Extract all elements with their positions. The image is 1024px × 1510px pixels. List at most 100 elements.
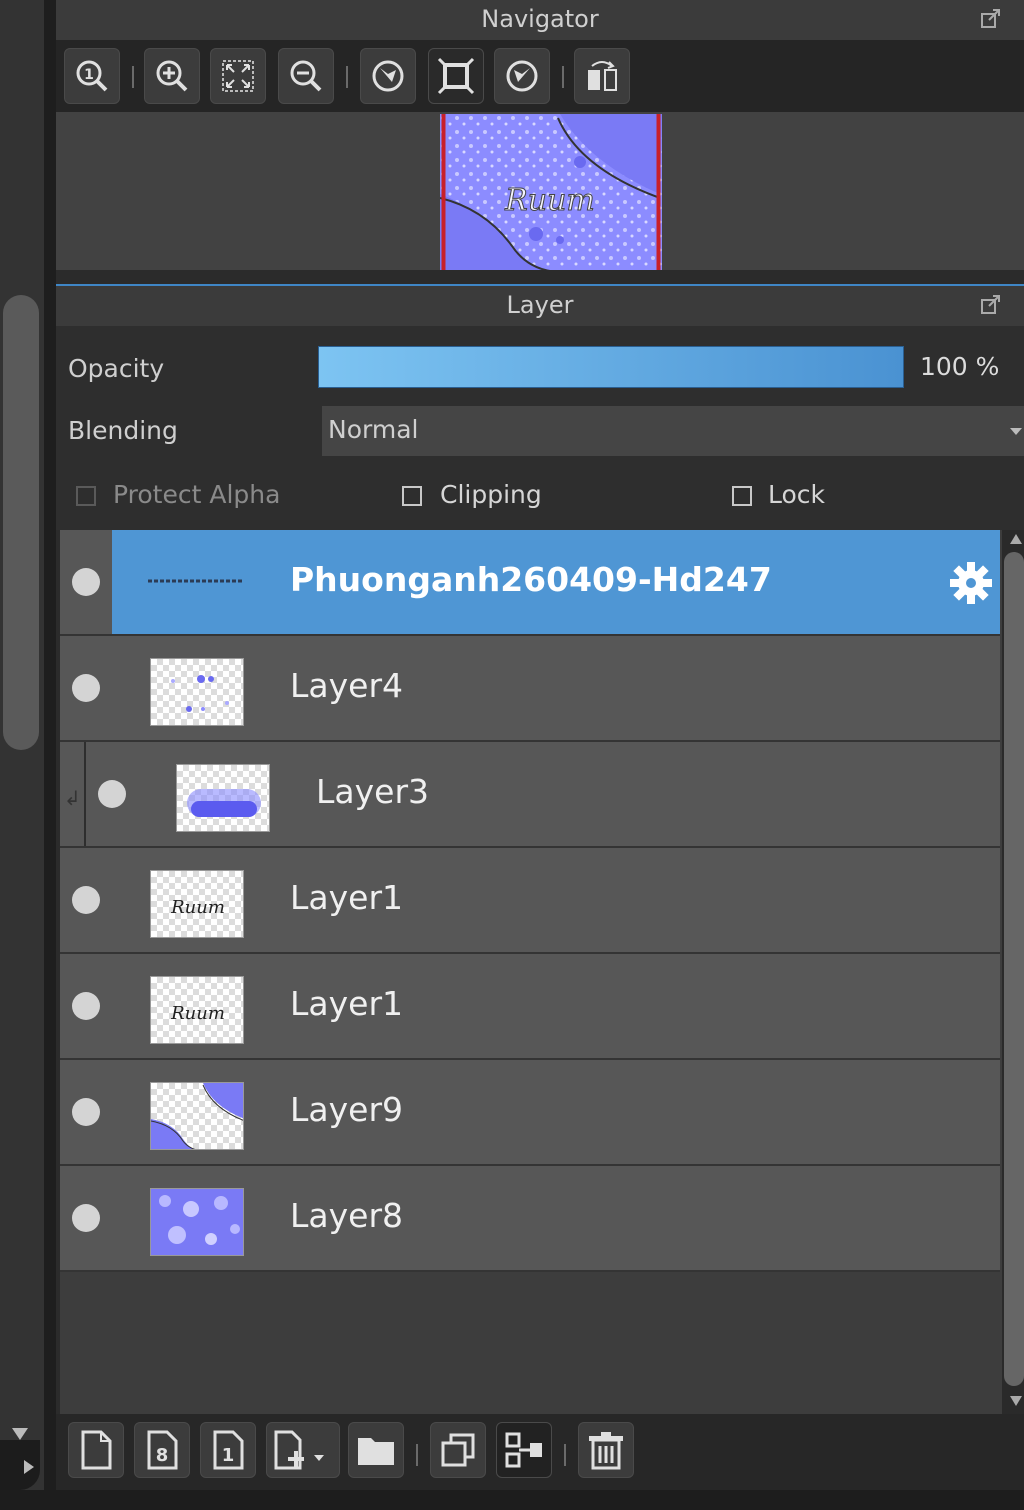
lock-checkbox[interactable] (732, 486, 752, 506)
scroll-up-arrow-icon[interactable] (1010, 534, 1022, 544)
new-1bit-layer-button[interactable]: 1 (200, 1422, 256, 1478)
clipping-label: Clipping (440, 480, 542, 509)
layer-name: Layer8 (290, 1196, 404, 1235)
rotate-right-button[interactable] (494, 48, 550, 104)
left-corner (0, 1440, 40, 1490)
duplicate-layer-button[interactable] (430, 1422, 486, 1478)
layer-row[interactable]: Layer4 (60, 636, 1000, 742)
blending-select[interactable]: Normal (322, 406, 1024, 456)
rotate-right-icon (506, 60, 538, 92)
panel-menu-icon[interactable]: ⋮ (1018, 288, 1024, 318)
layer-name: Layer4 (290, 666, 404, 705)
layer-row[interactable]: Layer8 (60, 1166, 1000, 1272)
visibility-toggle[interactable] (72, 674, 100, 702)
zoom-in-button[interactable] (144, 48, 200, 104)
toolbar-separator (562, 66, 564, 88)
svg-text:1: 1 (222, 1445, 235, 1466)
merge-down-icon (505, 1432, 542, 1468)
layer-row[interactable]: ↲ Layer3 (60, 742, 1000, 848)
clipping-indicator (84, 742, 86, 846)
layer-row[interactable]: Layer9 (60, 1060, 1000, 1166)
rotate-left-button[interactable] (360, 48, 416, 104)
left-scrollbar-thumb[interactable] (3, 295, 39, 750)
navigator-toolbar: 1 (56, 40, 1024, 112)
left-side-strip (0, 0, 44, 1510)
visibility-toggle[interactable] (98, 780, 126, 808)
new-folder-icon (358, 1438, 394, 1465)
opacity-value: 100 % (920, 352, 1000, 381)
layer-thumbnail (150, 658, 244, 726)
svg-text:Ruum: Ruum (170, 1003, 225, 1024)
svg-text:1: 1 (84, 67, 94, 83)
zoom-out-button[interactable] (278, 48, 334, 104)
add-layer-menu-icon (274, 1430, 324, 1470)
scroll-down-arrow-icon[interactable] (12, 1428, 28, 1440)
layer-row[interactable]: Ruum Layer1 (60, 848, 1000, 954)
navigator-title: Navigator (481, 5, 599, 33)
scroll-down-arrow-icon[interactable] (1010, 1396, 1022, 1406)
protect-alpha-label: Protect Alpha (113, 480, 281, 509)
clipping-arrow-icon: ↲ (64, 786, 81, 810)
fit-window-icon (437, 57, 475, 95)
visibility-toggle[interactable] (72, 992, 100, 1020)
new-1bit-layer-icon: 1 (213, 1430, 244, 1470)
navigator-canvas-preview[interactable]: Ruum (440, 114, 662, 272)
toolbar-separator (132, 66, 134, 88)
protect-alpha-checkbox[interactable] (76, 486, 96, 506)
navigator-header: Navigator ⋮ (56, 0, 1024, 40)
chevron-down-icon (1010, 428, 1022, 435)
opacity-slider[interactable] (318, 346, 904, 388)
visibility-toggle[interactable] (72, 886, 100, 914)
visibility-toggle[interactable] (72, 1098, 100, 1126)
zoom-actual-size-button[interactable]: 1 (64, 48, 120, 104)
scroll-right-arrow-icon[interactable] (24, 1460, 34, 1474)
undock-icon[interactable] (980, 294, 1002, 316)
bottom-strip (0, 1490, 1024, 1510)
layer-name: Layer1 (290, 984, 404, 1023)
new-8bit-layer-icon: 8 (147, 1430, 178, 1470)
delete-layer-button[interactable] (578, 1422, 634, 1478)
layer-row[interactable]: Ruum Layer1 (60, 954, 1000, 1060)
layer-name: Phuonganh260409-Hd247 (290, 560, 772, 599)
preview-lettering: Ruum (504, 183, 595, 218)
fit-window-button[interactable] (428, 48, 484, 104)
flip-horizontal-button[interactable] (574, 48, 630, 104)
zoom-actual-size-icon: 1 (76, 60, 108, 92)
layer-header: Layer ⋮ (56, 286, 1024, 326)
gear-icon[interactable] (948, 560, 994, 606)
text-layer-thumbnail (148, 579, 244, 583)
layer-row[interactable]: Phuonganh260409-Hd247 (60, 530, 1000, 636)
zoom-fit-button[interactable] (210, 48, 266, 104)
zoom-out-icon (290, 60, 322, 92)
add-layer-menu-button[interactable] (266, 1422, 340, 1478)
new-layer-icon (81, 1430, 112, 1470)
layer-list-scrollbar-thumb[interactable] (1004, 552, 1024, 1386)
left-border (44, 0, 56, 1510)
layer-thumbnail (150, 1082, 244, 1150)
visibility-toggle[interactable] (72, 568, 100, 596)
navigator-bottom-gap (56, 270, 1024, 284)
layer-thumbnail (176, 764, 270, 832)
layer-name: Layer3 (316, 772, 430, 811)
layer-thumbnail: Ruum (150, 870, 244, 938)
layer-title: Layer (506, 291, 574, 319)
layer-thumbnail: Ruum (150, 976, 244, 1044)
merge-down-button[interactable] (496, 1422, 552, 1478)
duplicate-layer-icon (441, 1433, 475, 1467)
layer-list: Phuonganh260409-Hd247 Layer4 ↲ Layer3 Ru… (60, 530, 1002, 1414)
toolbar-separator (564, 1444, 566, 1466)
layer-name: Layer1 (290, 878, 404, 917)
new-folder-button[interactable] (348, 1422, 404, 1478)
toolbar-separator (416, 1444, 418, 1466)
layer-thumbnail (150, 1188, 244, 1256)
delete-layer-icon (589, 1432, 623, 1470)
clipping-checkbox[interactable] (402, 486, 422, 506)
new-layer-button[interactable] (68, 1422, 124, 1478)
flip-horizontal-icon (588, 61, 617, 91)
panel-menu-icon[interactable]: ⋮ (1018, 2, 1024, 32)
new-8bit-layer-button[interactable]: 8 (134, 1422, 190, 1478)
zoom-in-icon (156, 60, 188, 92)
visibility-toggle[interactable] (72, 1204, 100, 1232)
undock-icon[interactable] (980, 8, 1002, 30)
opacity-label: Opacity (68, 354, 165, 383)
